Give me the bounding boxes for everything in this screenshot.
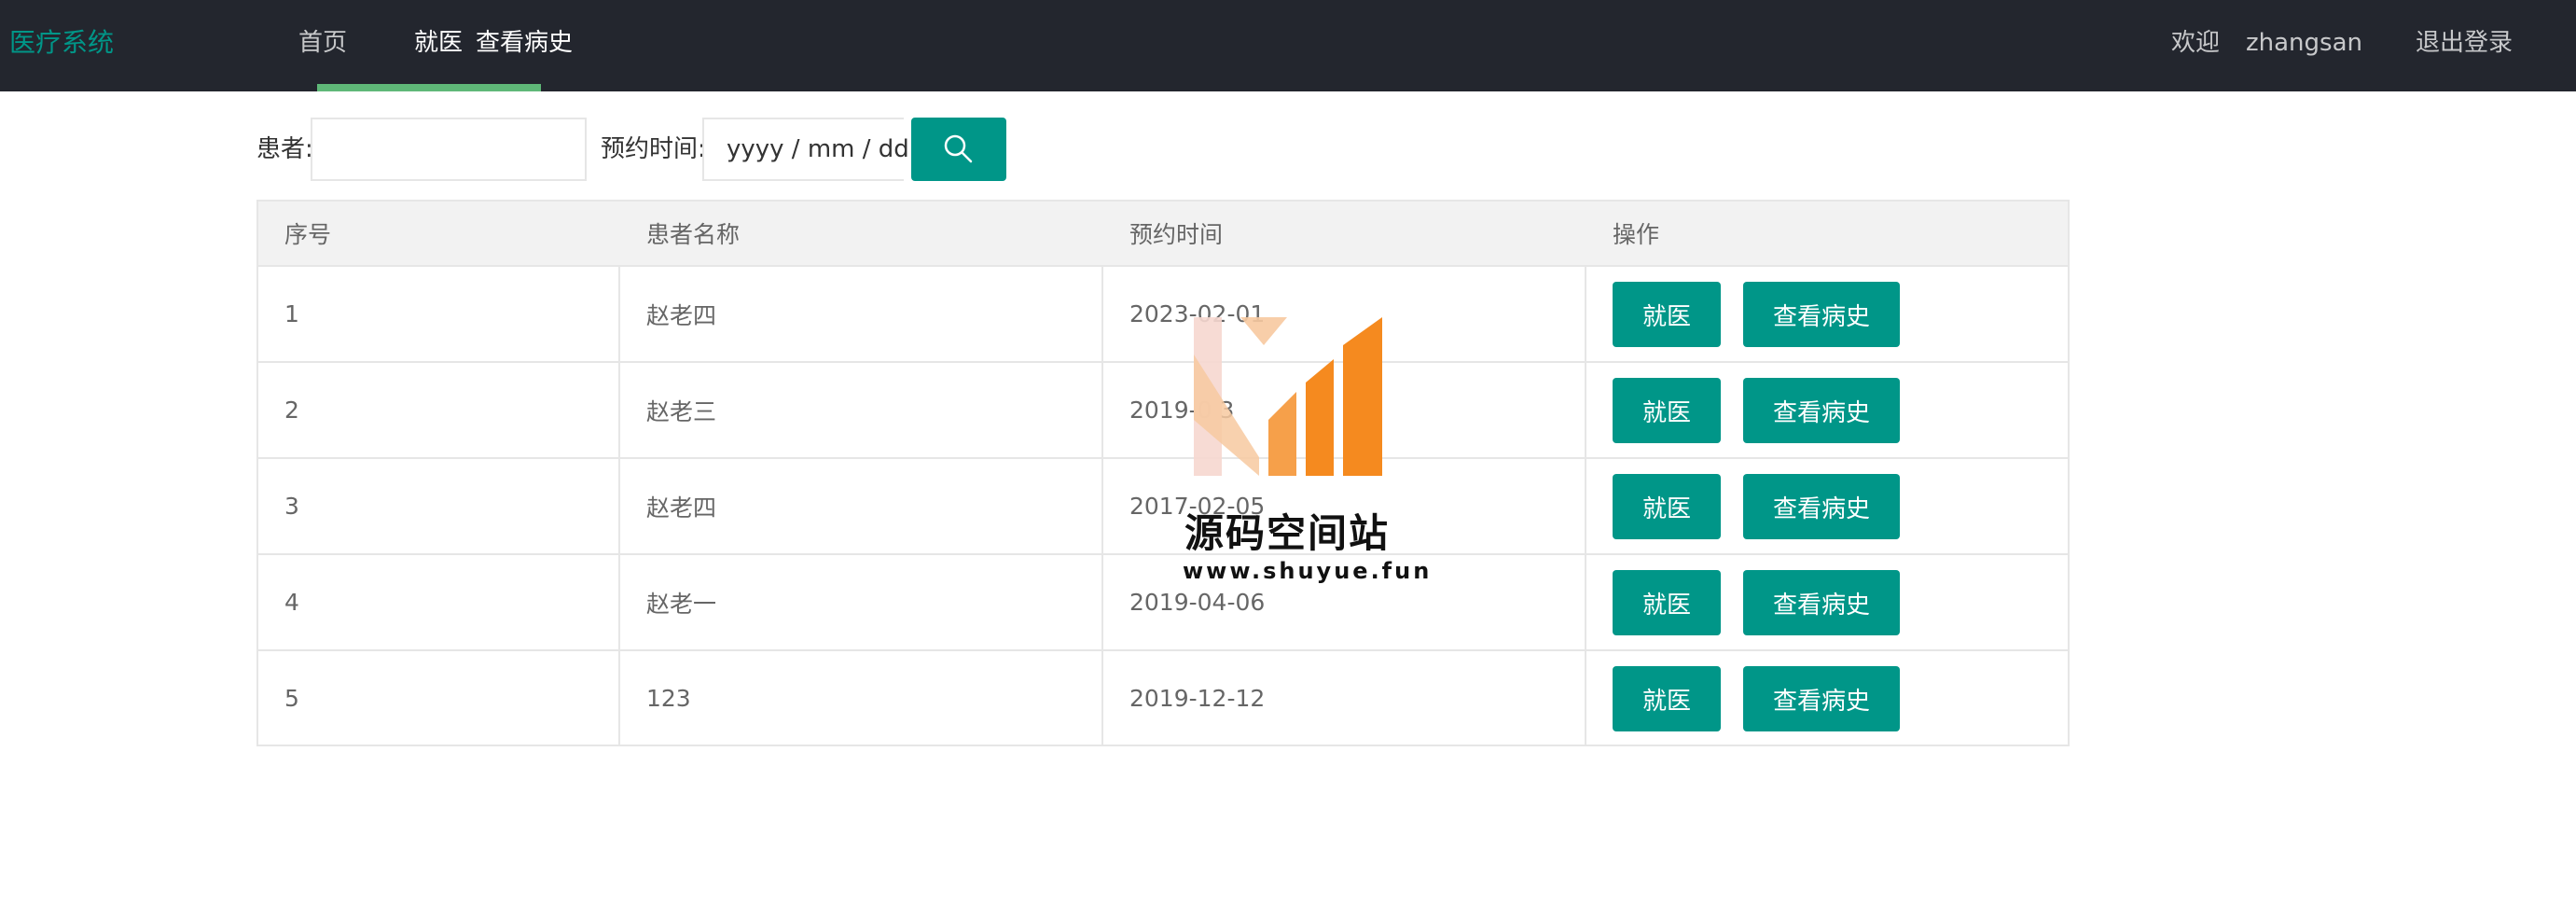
watermark-title: 源码空间站 <box>1184 510 1391 556</box>
nav-item-visit[interactable]: 就医 <box>414 24 463 62</box>
table-row: 3 赵老四 2017-02-05 就医 查看病史 <box>258 459 2068 555</box>
table-row: 1 赵老四 2023-02-01 就医 查看病史 <box>258 267 2068 363</box>
column-header-no: 序号 <box>284 221 332 248</box>
table-row: 5 123 2019-12-12 就医 查看病史 <box>258 651 2068 745</box>
appointment-time: 2019-12-12 <box>1129 684 1266 712</box>
patient-input[interactable] <box>311 118 587 181</box>
table-row: 4 赵老一 2019-04-06 就医 查看病史 <box>258 555 2068 651</box>
appointment-table: 序号 患者名称 预约时间 操作 1 赵老四 2023-02-01 就医 查看病史… <box>256 200 2070 746</box>
visit-button[interactable]: 就医 <box>1613 666 1721 731</box>
column-header-actions: 操作 <box>1613 221 1660 248</box>
row-number: 2 <box>284 397 299 424</box>
table-row: 2 赵老三 2019-0 3 就医 查看病史 <box>258 363 2068 459</box>
row-number: 1 <box>284 300 299 327</box>
visit-button[interactable]: 就医 <box>1613 378 1721 443</box>
appointment-time-label: 预约时间: <box>601 135 706 163</box>
welcome-text: 欢迎 <box>2171 29 2221 57</box>
view-history-button[interactable]: 查看病史 <box>1743 282 1900 347</box>
patient-name: 123 <box>646 684 691 712</box>
top-navbar: 医疗系统 首页 就医 查看病史 欢迎 zhangsan 退出登录 <box>0 0 2576 91</box>
search-button[interactable] <box>911 118 1006 181</box>
view-history-button[interactable]: 查看病史 <box>1743 570 1900 635</box>
column-header-time: 预约时间 <box>1129 221 1224 248</box>
nav-item-home[interactable]: 首页 <box>298 24 347 62</box>
patient-name: 赵老四 <box>646 301 717 329</box>
view-history-button[interactable]: 查看病史 <box>1743 378 1900 443</box>
row-number: 4 <box>284 589 299 616</box>
brand-logo-text[interactable]: 医疗系统 <box>9 24 114 62</box>
username-link[interactable]: zhangsan <box>2246 24 2362 62</box>
search-icon <box>944 134 973 163</box>
patient-name: 赵老一 <box>646 590 717 618</box>
appointment-date-input[interactable]: yyyy / mm / dd <box>702 118 909 181</box>
patient-name: 赵老四 <box>646 494 717 522</box>
logout-link[interactable]: 退出登录 <box>2416 24 2513 62</box>
view-history-button[interactable]: 查看病史 <box>1743 666 1900 731</box>
table-header-row: 序号 患者名称 预约时间 操作 <box>258 202 2068 267</box>
active-nav-indicator <box>317 84 541 91</box>
visit-button[interactable]: 就医 <box>1613 570 1721 635</box>
column-header-name: 患者名称 <box>646 221 741 248</box>
visit-button[interactable]: 就医 <box>1613 282 1721 347</box>
nav-item-history[interactable]: 查看病史 <box>476 24 573 62</box>
row-number: 3 <box>284 493 299 520</box>
patient-label: 患者: <box>256 135 313 163</box>
patient-name: 赵老三 <box>646 397 717 425</box>
row-number: 5 <box>284 684 299 712</box>
view-history-button[interactable]: 查看病史 <box>1743 474 1900 539</box>
visit-button[interactable]: 就医 <box>1613 474 1721 539</box>
watermark-url: www.shuyue.fun <box>1183 558 1433 584</box>
